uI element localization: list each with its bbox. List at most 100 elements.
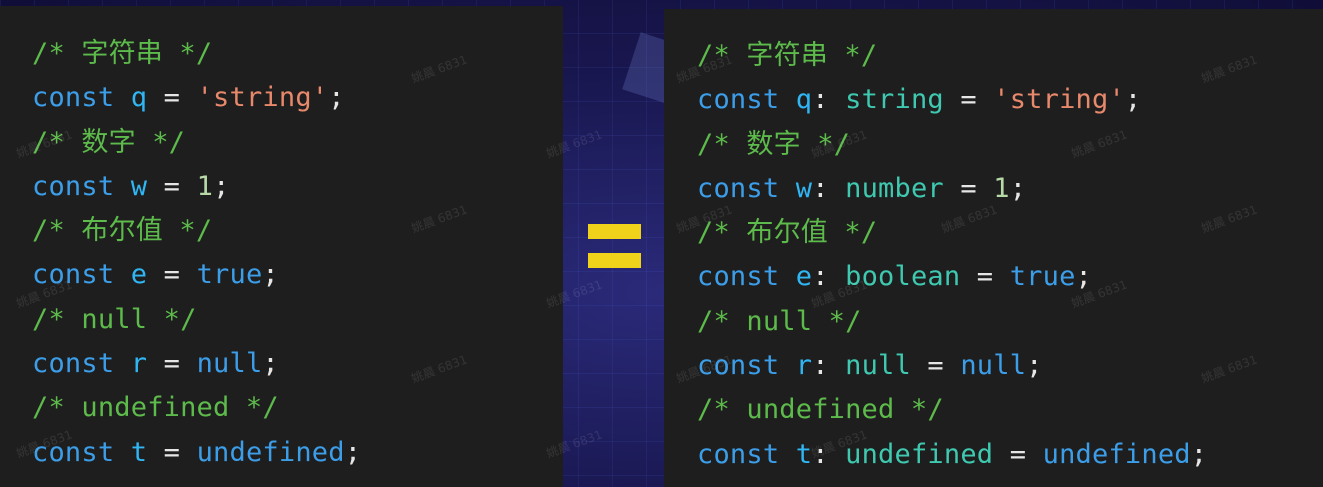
code-token: w	[130, 170, 148, 202]
code-line: const e = true;	[32, 253, 361, 297]
code-token: /* 数字 */	[32, 126, 186, 158]
code-token: q	[795, 84, 813, 116]
code-token: /* 数字 */	[697, 128, 851, 160]
code-token: const	[32, 348, 115, 380]
code-token: const	[32, 259, 115, 291]
code-token: =	[147, 436, 197, 468]
code-line: const r = null;	[32, 342, 361, 386]
code-token: boolean	[845, 261, 961, 293]
code-token: ;	[1124, 84, 1142, 116]
code-token: r	[130, 348, 148, 380]
code-token: ;	[1190, 438, 1208, 470]
equals-icon	[588, 224, 641, 268]
code-token: 'string'	[196, 82, 329, 114]
code-token: =	[960, 261, 1010, 293]
code-token: =	[147, 82, 197, 114]
code-token: :	[812, 84, 846, 116]
code-token: const	[697, 84, 780, 116]
code-token: /* undefined */	[697, 394, 944, 426]
code-token: =	[147, 348, 197, 380]
code-line: const r: null = null;	[697, 344, 1207, 388]
code-token: ;	[344, 436, 362, 468]
code-token: ;	[328, 82, 345, 114]
code-token: =	[943, 172, 994, 204]
code-line: /* null */	[32, 298, 361, 342]
code-token: ;	[262, 259, 279, 291]
code-token: /* 布尔值 */	[697, 217, 878, 249]
code-token: true	[196, 259, 263, 291]
code-token: /* null */	[32, 303, 197, 335]
code-token: const	[697, 172, 780, 204]
code-line: /* 布尔值 */	[697, 211, 1207, 255]
code-token: t	[795, 438, 813, 470]
code-line: /* undefined */	[32, 386, 361, 430]
code-line: /* undefined */	[697, 388, 1207, 432]
code-token: ;	[213, 170, 230, 202]
code-token: t	[130, 436, 148, 468]
code-line: /* 字符串 */	[32, 32, 361, 76]
code-token: undefined	[1042, 438, 1191, 470]
code-token: :	[812, 172, 846, 204]
code-token: true	[1009, 261, 1076, 293]
code-token: =	[910, 350, 961, 382]
code-token: =	[147, 259, 197, 291]
code-token: =	[147, 170, 197, 202]
code-token: :	[812, 350, 846, 382]
code-line: const q: string = 'string';	[697, 78, 1207, 122]
code-token: string	[845, 84, 944, 116]
equals-bar-bottom	[588, 253, 641, 268]
code-line: /* 数字 */	[32, 121, 361, 165]
code-line: const t: undefined = undefined;	[697, 433, 1207, 477]
code-token: const	[32, 436, 115, 468]
code-block-left: /* 字符串 */ const q = 'string'; /* 数字 */ cons…	[32, 32, 361, 475]
code-token: =	[943, 84, 994, 116]
code-token: :	[812, 261, 846, 293]
code-token: number	[845, 172, 944, 204]
code-block-right: /* 字符串 */ const q: string = 'string'; /* 数…	[697, 34, 1207, 477]
code-token: /* 字符串 */	[32, 38, 213, 69]
code-token: const	[697, 261, 780, 293]
code-token: q	[130, 82, 148, 114]
code-token: 1	[993, 172, 1010, 204]
code-line: const e: boolean = true;	[697, 255, 1207, 299]
code-token: r	[795, 350, 813, 382]
code-token: w	[795, 172, 813, 204]
code-token: ;	[1075, 261, 1093, 293]
code-line: const t = undefined;	[32, 431, 361, 475]
code-token: const	[697, 438, 780, 470]
code-token: undefined	[845, 438, 994, 470]
code-line: /* 布尔值 */	[32, 209, 361, 253]
code-token: 1	[196, 170, 214, 202]
code-token: const	[32, 82, 115, 114]
code-token: =	[993, 438, 1043, 470]
equals-bar-top	[588, 224, 641, 239]
code-token: null	[196, 348, 263, 380]
code-token: /* undefined */	[32, 392, 279, 424]
code-token: const	[697, 350, 780, 382]
code-token: /* null */	[697, 305, 862, 337]
code-line: /* 数字 */	[697, 123, 1207, 167]
code-token: :	[812, 438, 846, 470]
code-token: 'string'	[993, 84, 1125, 116]
code-line: const q = 'string';	[32, 76, 361, 120]
code-line: const w = 1;	[32, 165, 361, 209]
code-token: e	[130, 259, 148, 291]
code-token: null	[960, 350, 1027, 382]
code-line: /* null */	[697, 300, 1207, 344]
code-token: const	[32, 170, 115, 202]
code-line: const w: number = 1;	[697, 167, 1207, 211]
code-panel-left: /* 字符串 */ const q = 'string'; /* 数字 */ cons…	[0, 6, 563, 487]
code-panel-right: /* 字符串 */ const q: string = 'string'; /* 数…	[664, 9, 1323, 487]
code-token: null	[845, 350, 911, 382]
code-token: ;	[1026, 350, 1043, 382]
